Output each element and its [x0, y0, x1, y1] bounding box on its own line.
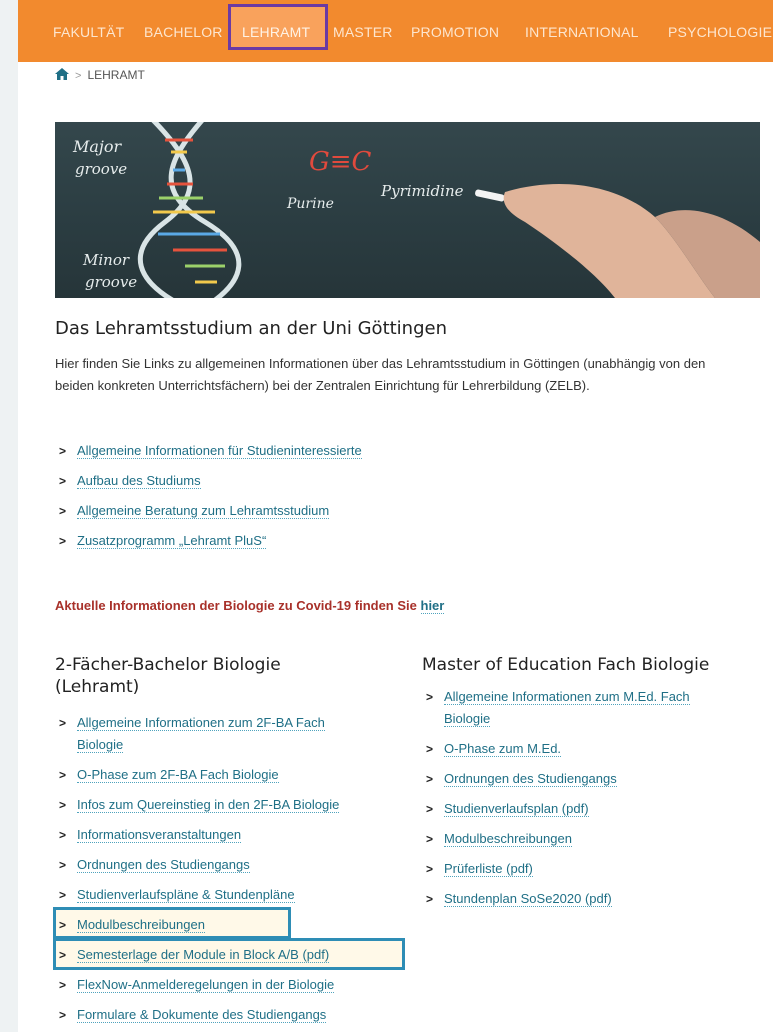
section-title-lehramt: Das Lehramtsstudium an der Uni Göttingen — [55, 318, 448, 339]
chevron-right-icon: > — [59, 474, 67, 488]
nav-item-international[interactable]: INTERNATIONAL — [525, 22, 639, 42]
chevron-right-icon: > — [426, 802, 434, 816]
chevron-right-icon: > — [59, 888, 67, 902]
link-med-stundenplan[interactable]: Stundenplan SoSe2020 (pdf) — [444, 891, 612, 907]
chevron-right-icon: > — [59, 716, 67, 730]
chevron-right-icon: > — [59, 858, 67, 872]
bachelor-link-list: > Allgemeine Informationen zum 2F-BA Fach… — [57, 712, 402, 1026]
list-item: > Studienverlaufsplan (pdf) — [424, 798, 764, 820]
breadcrumb-separator-icon: > — [75, 70, 82, 82]
chevron-right-icon: > — [59, 504, 67, 518]
link-aufbau-studium[interactable]: Aufbau des Studiums — [77, 473, 201, 489]
link-ba-formulare[interactable]: Formulare & Dokumente des Studiengangs — [77, 1007, 327, 1023]
hero-text-minor: Minor — [82, 251, 130, 269]
nav-item-fakultaet[interactable]: FAKULTÄT — [53, 22, 124, 42]
hero-text-pyrimidine: Pyrimidine — [380, 182, 464, 200]
link-zusatzprogramm[interactable]: Zusatzprogramm „Lehramt PluS“ — [77, 533, 267, 549]
section-title-bachelor: 2-Fächer-Bachelor Biologie (Lehramt) — [55, 654, 281, 698]
link-med-studienverlaufsplan[interactable]: Studienverlaufsplan (pdf) — [444, 801, 589, 817]
link-ba-studienverlaufsplaene[interactable]: Studienverlaufspläne & Stundenpläne — [77, 887, 295, 903]
chevron-right-icon: > — [59, 978, 67, 992]
list-item: > Allgemeine Informationen zum M.Ed. Fach… — [424, 686, 764, 730]
link-med-ordnungen[interactable]: Ordnungen des Studiengangs — [444, 771, 617, 787]
list-item: > Prüferliste (pdf) — [424, 858, 764, 880]
hero-text-groove-1: groove — [75, 160, 127, 178]
link-ba-allgemeine-info-cont[interactable]: Biologie — [77, 737, 124, 753]
list-item: > Formulare & Dokumente des Studiengangs — [57, 1004, 402, 1026]
chevron-right-icon: > — [426, 862, 434, 876]
chevron-right-icon: > — [426, 742, 434, 756]
link-ba-allgemeine-info[interactable]: Allgemeine Informationen zum 2F-BA Fach — [77, 715, 325, 731]
hero-text-groove-2: groove — [85, 273, 137, 291]
hero-text-major: Major — [72, 137, 123, 156]
hero-text-purine: Purine — [286, 196, 334, 212]
intro-text: Hier finden Sie Links zu allgemeinen Inf… — [55, 356, 706, 393]
link-med-o-phase[interactable]: O-Phase zum M.Ed. — [444, 741, 562, 757]
link-allgemeine-informationen[interactable]: Allgemeine Informationen für Studieninte… — [77, 443, 362, 459]
link-med-allgemeine-info-cont[interactable]: Biologie — [444, 711, 491, 727]
list-item: > Semesterlage der Module in Block A/B (p… — [57, 944, 402, 966]
link-med-allgemeine-info[interactable]: Allgemeine Informationen zum M.Ed. Fach — [444, 689, 690, 705]
master-link-list: > Allgemeine Informationen zum M.Ed. Fach… — [424, 686, 764, 910]
link-ba-o-phase[interactable]: O-Phase zum 2F-BA Fach Biologie — [77, 767, 279, 783]
chevron-right-icon: > — [426, 832, 434, 846]
nav-item-promotion[interactable]: PROMOTION — [411, 22, 499, 42]
chevron-right-icon: > — [59, 1008, 67, 1022]
chevron-right-icon: > — [426, 892, 434, 906]
link-ba-quereinstieg[interactable]: Infos zum Quereinstieg in den 2F-BA Biol… — [77, 797, 340, 813]
bachelor-title-line2: (Lehramt) — [55, 677, 140, 697]
chevron-right-icon: > — [59, 444, 67, 458]
link-med-prueferliste[interactable]: Prüferliste (pdf) — [444, 861, 533, 877]
chevron-right-icon: > — [59, 798, 67, 812]
list-item: > Informationsveranstaltungen — [57, 824, 402, 846]
link-ba-ordnungen[interactable]: Ordnungen des Studiengangs — [77, 857, 250, 873]
list-item: > Aufbau des Studiums — [57, 470, 362, 492]
nav-item-master[interactable]: MASTER — [333, 22, 393, 42]
covid-notice: Aktuelle Informationen der Biologie zu C… — [55, 598, 445, 614]
list-item: > O-Phase zum M.Ed. — [424, 738, 764, 760]
chevron-right-icon: > — [59, 768, 67, 782]
chevron-right-icon: > — [59, 948, 67, 962]
covid-text: Aktuelle Informationen der Biologie zu C… — [55, 598, 421, 613]
list-item: > Zusatzprogramm „Lehramt PluS“ — [57, 530, 362, 552]
link-ba-informationsveranstaltungen[interactable]: Informationsveranstaltungen — [77, 827, 242, 843]
link-ba-modulbeschreibungen[interactable]: Modulbeschreibungen — [77, 917, 205, 933]
link-med-modulbeschreibungen[interactable]: Modulbeschreibungen — [444, 831, 572, 847]
nav-item-bachelor[interactable]: BACHELOR — [144, 22, 223, 42]
hero-text-gc: G≡C — [309, 147, 372, 177]
chevron-right-icon: > — [59, 828, 67, 842]
list-item: > Studienverlaufspläne & Stundenpläne — [57, 884, 402, 906]
list-item: > O-Phase zum 2F-BA Fach Biologie — [57, 764, 402, 786]
chevron-right-icon: > — [426, 772, 434, 786]
list-item: > Modulbeschreibungen — [424, 828, 764, 850]
home-icon[interactable] — [55, 68, 69, 83]
list-item: > Ordnungen des Studiengangs — [57, 854, 402, 876]
bachelor-title-line1: 2-Fächer-Bachelor Biologie — [55, 655, 281, 675]
nav-item-psychologie[interactable]: PSYCHOLOGIE — [668, 22, 772, 42]
breadcrumb-current: LEHRAMT — [87, 68, 145, 82]
list-item: > Ordnungen des Studiengangs — [424, 768, 764, 790]
covid-link-hier[interactable]: hier — [420, 598, 445, 614]
top-navigation: FAKULTÄT BACHELOR LEHRAMT MASTER PROMOTI… — [18, 0, 773, 62]
intro-link-list: > Allgemeine Informationen für Studienint… — [57, 440, 362, 552]
list-item: > Allgemeine Informationen zum 2F-BA Fach… — [57, 712, 402, 756]
link-beratung[interactable]: Allgemeine Beratung zum Lehramtsstudium — [77, 503, 330, 519]
chevron-right-icon: > — [426, 690, 434, 704]
nav-item-lehramt[interactable]: LEHRAMT — [242, 22, 310, 42]
list-item: > Infos zum Quereinstieg in den 2F-BA Bio… — [57, 794, 402, 816]
list-item: > Stundenplan SoSe2020 (pdf) — [424, 888, 764, 910]
list-item: > Allgemeine Beratung zum Lehramtsstudium — [57, 500, 362, 522]
hero-image-chalkboard: Major groove Minor groove G≡C Purine Pyr… — [55, 122, 760, 298]
list-item: > Modulbeschreibungen — [57, 914, 402, 936]
breadcrumb: > LEHRAMT — [55, 68, 145, 88]
section-title-master: Master of Education Fach Biologie — [422, 655, 710, 675]
chevron-right-icon: > — [59, 918, 67, 932]
link-ba-flexnow[interactable]: FlexNow-Anmelderegelungen in der Biologi… — [77, 977, 335, 993]
list-item: > FlexNow-Anmelderegelungen in der Biolog… — [57, 974, 402, 996]
link-ba-semesterlage[interactable]: Semesterlage der Module in Block A/B (pd… — [77, 947, 330, 963]
chevron-right-icon: > — [59, 534, 67, 548]
list-item: > Allgemeine Informationen für Studienint… — [57, 440, 362, 462]
